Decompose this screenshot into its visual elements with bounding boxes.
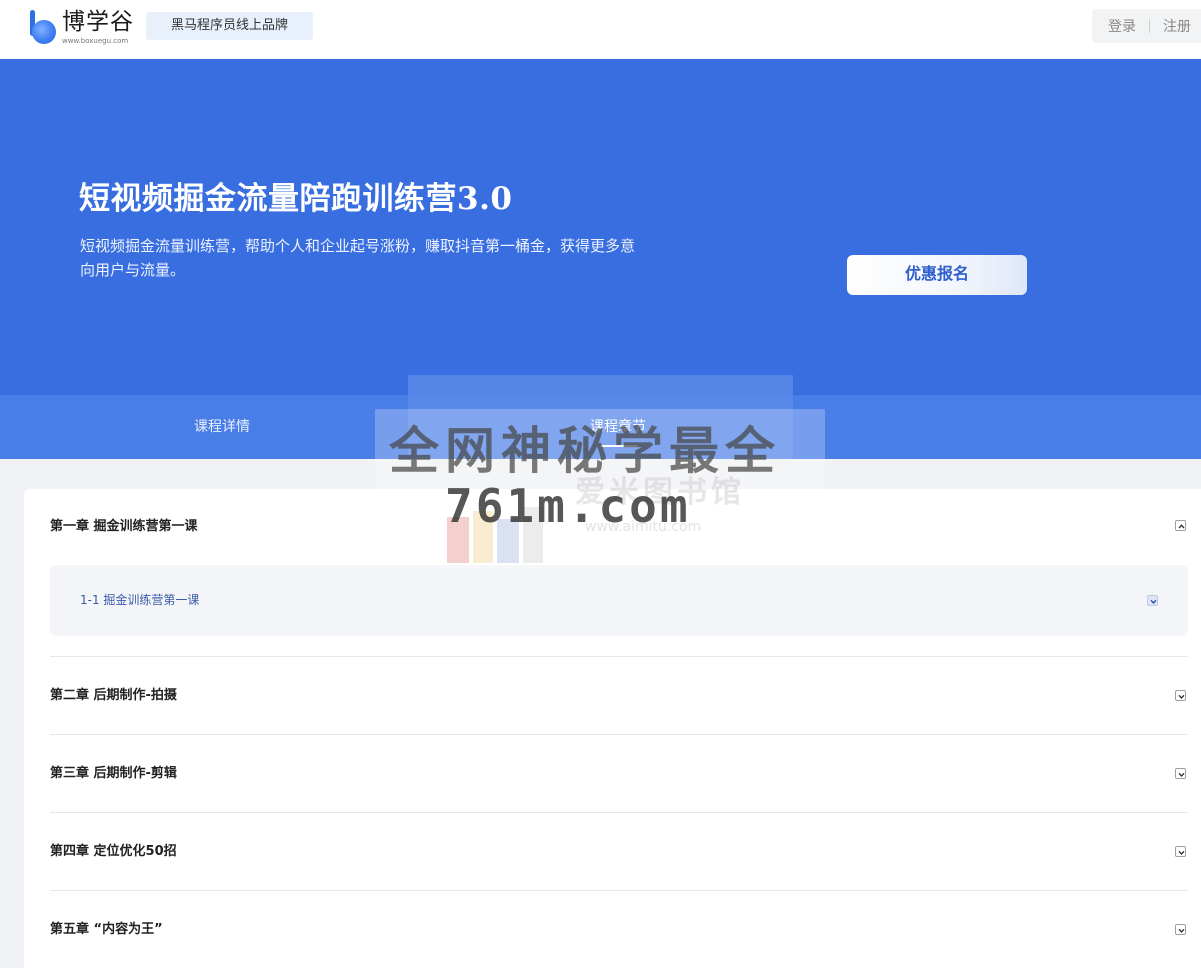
logo-name: 博学谷 [62,9,134,35]
enroll-button[interactable]: 优惠报名 [847,255,1027,295]
top-navigation-bar: 博学谷 www.boxuegu.com 黑马程序员线上品牌 登录 注册 [0,0,1201,59]
course-description: 短视频掘金流量训练营，帮助个人和企业起号涨粉，赚取抖音第一桶金，获得更多意向用户… [80,237,636,279]
lesson-item[interactable]: 1-1 掘金训练营第一课 [50,565,1188,636]
chevron-down-icon[interactable] [1175,768,1186,779]
chevron-down-icon[interactable] [1175,846,1186,857]
course-title: 短视频掘金流量陪跑训练营3.0 [79,181,513,217]
chapter-title: 第四章 定位优化50招 [50,844,177,859]
chapter-title: 第一章 掘金训练营第一课 [50,519,198,534]
chapter-item[interactable]: 第四章 定位优化50招 [50,813,1188,891]
chapter-item[interactable]: 第二章 后期制作-拍摄 [50,657,1188,735]
chapter-item[interactable]: 第五章 “内容为王” [50,891,1188,968]
watermark-overlay: 爱米图书馆 www.aimitu.com 全网神秘学最全 761m.com [375,409,825,569]
logo-mark-icon [26,8,58,44]
chapter-title: 第三章 后期制作-剪辑 [50,766,177,781]
auth-divider [1149,19,1150,33]
chevron-down-icon[interactable] [1175,924,1186,935]
auth-links: 登录 注册 [1092,9,1201,43]
login-link[interactable]: 登录 [1108,16,1136,36]
brand-tag: 黑马程序员线上品牌 [146,12,313,40]
chapter-title: 第五章 “内容为王” [50,922,163,937]
site-logo[interactable]: 博学谷 www.boxuegu.com [26,8,134,48]
course-hero-banner: 短视频掘金流量陪跑训练营3.0 短视频掘金流量训练营，帮助个人和企业起号涨粉，赚… [0,59,1201,459]
tab-course-details[interactable]: 课程详情 [194,395,250,459]
watermark-title: 全网神秘学最全 [389,422,781,480]
watermark-domain: 761m.com [445,479,691,533]
chapter-item[interactable]: 第三章 后期制作-剪辑 [50,735,1188,813]
chevron-down-icon[interactable] [1175,690,1186,701]
logo-url: www.boxuegu.com [62,37,129,45]
chapter-title: 第二章 后期制作-拍摄 [50,688,177,703]
lesson-title: 1-1 掘金训练营第一课 [80,593,200,607]
chevron-down-icon[interactable] [1147,595,1158,606]
chevron-up-icon[interactable] [1175,520,1186,531]
register-link[interactable]: 注册 [1163,16,1191,36]
